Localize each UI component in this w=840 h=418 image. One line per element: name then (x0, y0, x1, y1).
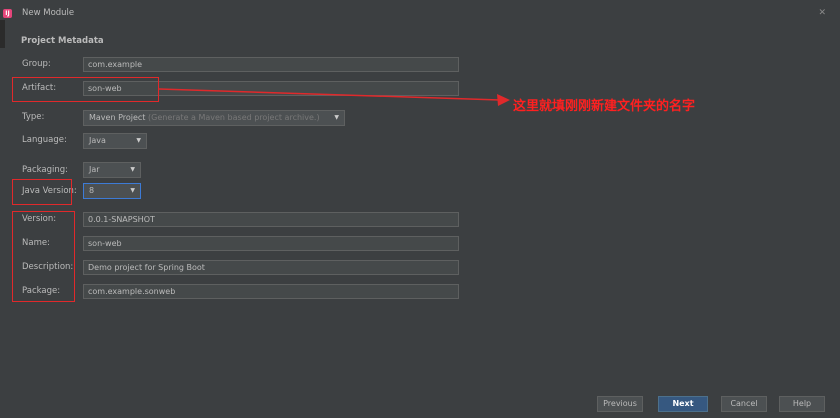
cancel-button[interactable]: Cancel (721, 396, 767, 412)
help-button[interactable]: Help (779, 396, 825, 412)
annotation-text: 这里就填刚刚新建文件夹的名字 (513, 99, 696, 114)
next-button[interactable]: Next (658, 396, 708, 412)
previous-button[interactable]: Previous (597, 396, 643, 412)
annotation-arrow (158, 88, 510, 106)
